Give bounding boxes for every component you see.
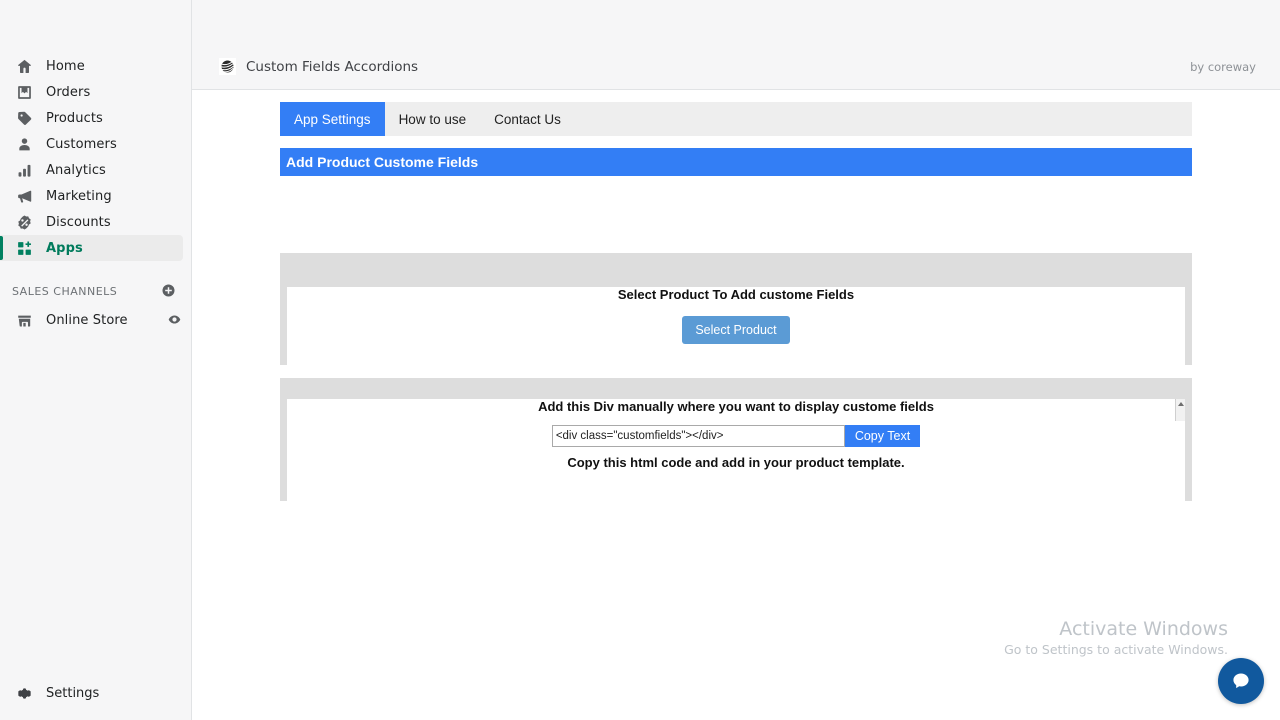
app-root: Home Orders Products Customers Analytics…: [0, 0, 1280, 720]
sidebar-item-marketing[interactable]: Marketing: [0, 183, 183, 209]
textarea-scrollbar[interactable]: [1175, 399, 1185, 421]
watermark-line-2: Go to Settings to activate Windows.: [1004, 642, 1228, 657]
sidebar-item-analytics[interactable]: Analytics: [0, 157, 183, 183]
sales-channels-header: SALES CHANNELS: [0, 279, 191, 303]
sidebar-item-label: Discounts: [46, 214, 111, 230]
tab-app-settings[interactable]: App Settings: [280, 102, 385, 136]
plus-circle-icon[interactable]: [161, 283, 177, 299]
section-heading-bar: Add Product Custome Fields: [280, 148, 1192, 176]
home-icon: [14, 56, 34, 76]
percent-badge-icon: [14, 212, 34, 232]
select-product-button[interactable]: Select Product: [682, 316, 790, 344]
sidebar-item-online-store[interactable]: Online Store: [0, 307, 183, 333]
code-snippet-textarea[interactable]: <div class="customfields"></div>: [551, 425, 845, 447]
sidebar: Home Orders Products Customers Analytics…: [0, 0, 192, 720]
chat-widget-button[interactable]: [1218, 658, 1264, 704]
sidebar-item-apps[interactable]: Apps: [0, 235, 183, 261]
sales-channels-heading: SALES CHANNELS: [12, 284, 118, 298]
code-row: <div class="customfields"></div> Copy Te…: [287, 399, 1185, 447]
sidebar-item-label: Online Store: [46, 312, 128, 328]
select-product-panel-inner: Select Product To Add custome Fields Sel…: [287, 287, 1185, 385]
tab-how-to-use[interactable]: How to use: [385, 102, 481, 136]
sidebar-item-label: Settings: [46, 685, 100, 701]
copy-text-button[interactable]: Copy Text: [844, 425, 921, 447]
tab-bar: App Settings How to use Contact Us: [280, 102, 1192, 136]
sidebar-item-customers[interactable]: Customers: [0, 131, 183, 157]
sidebar-item-label: Home: [46, 58, 85, 74]
sidebar-item-label: Products: [46, 110, 103, 126]
app-identity: Custom Fields Accordions: [192, 58, 418, 75]
megaphone-icon: [14, 186, 34, 206]
orders-inbox-icon: [14, 82, 34, 102]
sidebar-item-settings[interactable]: Settings: [0, 680, 99, 706]
sidebar-item-label: Customers: [46, 136, 117, 152]
sidebar-item-label: Orders: [46, 84, 91, 100]
div-snippet-title: Add this Div manually where you want to …: [538, 399, 934, 414]
eye-icon[interactable]: [167, 312, 183, 328]
watermark-line-1: Activate Windows: [1059, 618, 1228, 640]
sidebar-item-discounts[interactable]: Discounts: [0, 209, 183, 235]
topbar-inner: Custom Fields Accordions by coreway: [192, 44, 1280, 89]
apps-grid-icon: [14, 238, 34, 258]
sidebar-item-label: Apps: [46, 240, 83, 256]
sidebar-item-orders[interactable]: Orders: [0, 79, 183, 105]
chat-bubble-icon: [1233, 673, 1249, 689]
sidebar-item-label: Marketing: [46, 188, 112, 204]
sidebar-item-label: Analytics: [46, 162, 106, 178]
storefront-icon: [14, 310, 34, 330]
swirl-sphere-icon: [219, 58, 236, 75]
person-icon: [14, 134, 34, 154]
div-snippet-note: Copy this html code and add in your prod…: [567, 455, 905, 470]
bar-chart-icon: [14, 160, 34, 180]
div-snippet-panel: Add this Div manually where you want to …: [280, 378, 1192, 508]
sidebar-item-home[interactable]: Home: [0, 53, 183, 79]
sidebar-item-products[interactable]: Products: [0, 105, 183, 131]
sidebar-nav: Home Orders Products Customers Analytics…: [0, 53, 191, 333]
gear-icon: [14, 683, 34, 703]
div-snippet-panel-inner: Add this Div manually where you want to …: [287, 399, 1185, 508]
app-author: by coreway: [1190, 59, 1256, 74]
tab-contact-us[interactable]: Contact Us: [480, 102, 575, 136]
section-heading-text: Add Product Custome Fields: [286, 154, 479, 170]
select-product-title: Select Product To Add custome Fields: [617, 287, 855, 302]
page-title: Custom Fields Accordions: [246, 58, 419, 75]
select-product-panel: Select Product To Add custome Fields Sel…: [280, 253, 1192, 385]
app-topbar: Custom Fields Accordions by coreway: [192, 0, 1280, 90]
tag-icon: [14, 108, 34, 128]
activate-windows-watermark: Activate Windows Go to Settings to activ…: [1004, 617, 1228, 659]
